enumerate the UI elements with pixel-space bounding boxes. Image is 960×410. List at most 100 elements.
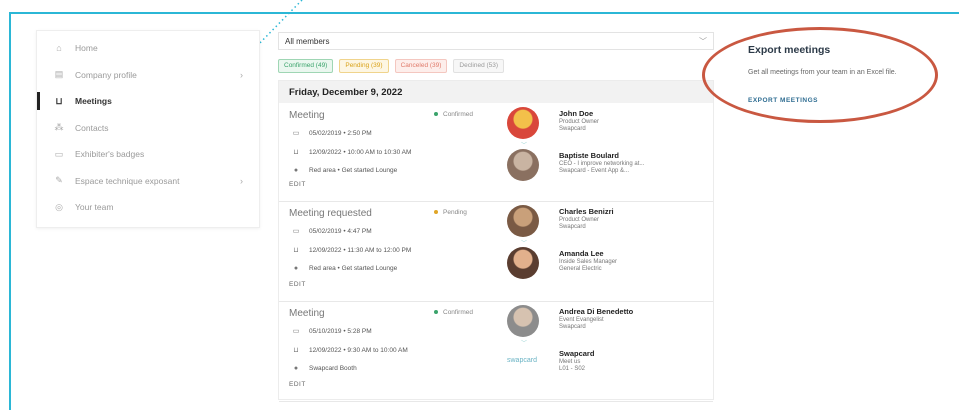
meeting-title: Meeting requested (289, 208, 372, 219)
participant[interactable]: Charles Benizri Product Owner Swapcard ﹀ (507, 205, 707, 247)
avatar (507, 149, 539, 181)
participant-detail: Swapcard (559, 224, 586, 230)
location-pin-icon: ● (293, 265, 299, 272)
contacts-icon: ⁂ (54, 122, 64, 132)
participant-name: Andrea Di Benedetto (559, 307, 634, 316)
sidebar-item-exhibiter-s-badges[interactable]: ▭ Exhibiter's badges (37, 141, 259, 167)
status-dot (434, 210, 438, 215)
meetings-icon: ⊔ (293, 247, 299, 254)
sidebar-item-company-profile[interactable]: ▤ Company profile › (37, 62, 259, 88)
connector-chevron-icon: ﹀ (521, 143, 528, 149)
edit-button[interactable]: EDIT (289, 181, 306, 188)
sidebar-item-meetings[interactable]: ⊔ Meetings (37, 88, 259, 114)
meeting-created: ▭ 05/10/2019 • 5:28 PM (291, 327, 372, 336)
status-label: Confirmed (443, 111, 473, 118)
avatar (507, 107, 539, 139)
connector-chevron-icon: ﹀ (521, 241, 528, 247)
meeting-title: Meeting (289, 110, 325, 121)
participant[interactable]: Baptiste Boulard CEO - I improve networki… (507, 149, 707, 183)
participant-detail: Swapcard (559, 324, 586, 330)
tools-icon: ✎ (55, 175, 63, 185)
status-badge: Confirmed (434, 309, 473, 316)
highlight-ring (702, 27, 938, 123)
tab-conf[interactable]: Confirmed (49) (278, 59, 334, 73)
calendar-icon: ▭ (292, 130, 300, 137)
sidebar-item-label: Contacts (75, 122, 109, 133)
sidebar-item-label: Exhibiter's badges (75, 149, 145, 159)
participant-detail: Inside Sales Manager (559, 259, 618, 265)
chevron-right-icon: › (240, 69, 243, 80)
meetings-list: Friday, December 9, 2022 Meeting Confirme… (278, 80, 714, 402)
connector-chevron-icon: ﹀ (521, 341, 528, 347)
meeting-location: ● Red area • Get started Lounge (291, 167, 397, 174)
meeting-created-text: 05/02/2019 • 4:47 PM (309, 227, 372, 235)
meeting-time-text: 12/09/2022 • 10:00 AM to 10:30 AM (309, 148, 412, 156)
participant[interactable]: Andrea Di Benedetto Event Evangelist Swapc… (507, 305, 707, 347)
sidebar-item-your-team[interactable]: ◎ Your team (37, 194, 259, 220)
meetings-icon: ⊔ (293, 149, 299, 156)
chevron-down-icon: ﹀ (699, 36, 707, 46)
building-icon: ▤ (54, 69, 64, 79)
participant-name: John Doe (559, 109, 594, 118)
participant-detail: L01 - S02 (559, 366, 586, 372)
status-dot (434, 112, 438, 117)
meetings-icon: ⊔ (293, 347, 299, 354)
meeting-time-text: 12/09/2022 • 9:30 AM to 10:00 AM (309, 346, 408, 354)
participant-name: Amanda Lee (559, 249, 604, 258)
location-pin-icon: ● (293, 167, 299, 174)
meeting-title: Meeting (289, 308, 325, 319)
status-label: Confirmed (443, 309, 473, 316)
members-filter-value: All members (285, 36, 330, 46)
edit-button[interactable]: EDIT (289, 381, 306, 388)
meeting-time-text: 12/09/2022 • 11:30 AM to 12:00 PM (309, 246, 412, 254)
participant-detail: Swapcard (559, 126, 586, 132)
location-pin-icon: ● (293, 365, 299, 372)
participant-detail: Product Owner (559, 217, 600, 223)
status-dot (434, 310, 438, 315)
sidebar-item-contacts[interactable]: ⁂ Contacts (37, 115, 259, 141)
tab-decl[interactable]: Declined (53) (453, 59, 505, 73)
status-label: Pending (443, 209, 467, 216)
edit-button[interactable]: EDIT (289, 281, 306, 288)
participant[interactable]: swapcard Swapcard Meet us L01 - S02 (507, 347, 707, 381)
meeting-location-text: Red area • Get started Lounge (309, 167, 398, 174)
participant-detail: Meet us (559, 359, 581, 365)
tab-pend[interactable]: Pending (39) (339, 59, 389, 73)
status-tabs: Confirmed (49) Pending (39) Canceled (39) D… (278, 59, 505, 73)
meeting-created: ▭ 05/02/2019 • 4:47 PM (291, 227, 372, 236)
participant-name: Baptiste Boulard (559, 151, 620, 160)
participant[interactable]: Amanda Lee Inside Sales Manager General El… (507, 247, 707, 281)
members-filter-select[interactable]: All members ﹀ (278, 32, 714, 50)
participant[interactable]: John Doe Product Owner Swapcard ﹀ (507, 107, 707, 149)
sidebar-item-espace-technique-exposant[interactable]: ✎ Espace technique exposant › (37, 168, 259, 194)
meeting-location: ● Red area • Get started Lounge (291, 265, 397, 272)
calendar-icon: ▭ (292, 228, 300, 235)
sidebar-item-home[interactable]: ⌂ Home (37, 35, 259, 61)
calendar-icon: ▭ (292, 328, 300, 335)
sidebar: ⌂ Home ▤ Company profile › ⊔ Meetings ⁂ Contacts… (36, 30, 260, 228)
tab-canc[interactable]: Canceled (39) (394, 59, 448, 73)
status-badge: Confirmed (434, 111, 473, 118)
meeting-time: ⊔ 12/09/2022 • 11:30 AM to 12:00 PM (291, 246, 412, 255)
sidebar-item-label: Home (75, 43, 98, 53)
participant-detail: General Electric (559, 266, 602, 272)
meeting-time: ⊔ 12/09/2022 • 9:30 AM to 10:00 AM (291, 346, 408, 355)
date-header: Friday, December 9, 2022 (279, 81, 713, 103)
home-icon: ⌂ (56, 43, 62, 53)
meeting-card: Meeting requested Pending ▭ 05/02/2019 • 4:… (279, 201, 713, 302)
meeting-created: ▭ 05/02/2019 • 2:50 PM (291, 129, 372, 138)
meeting-location: ● Swapcard Booth (291, 365, 357, 372)
participant-detail: Event Evangelist (559, 317, 604, 323)
sidebar-item-label: Company profile (75, 69, 137, 80)
avatar (507, 305, 539, 337)
sidebar-item-label: Meetings (75, 96, 112, 106)
meeting-location-text: Swapcard Booth (309, 365, 357, 372)
participant-detail: CEO - I improve networking at... (559, 161, 645, 167)
avatar (507, 247, 539, 279)
meeting-created-text: 05/02/2019 • 2:50 PM (309, 129, 372, 137)
participant-name: Charles Benizri (559, 207, 614, 216)
meeting-created-text: 05/10/2019 • 5:28 PM (309, 327, 372, 335)
sidebar-item-label: Your team (75, 202, 114, 212)
meeting-location-text: Red area • Get started Lounge (309, 265, 398, 272)
participant-name: Swapcard (559, 349, 595, 358)
